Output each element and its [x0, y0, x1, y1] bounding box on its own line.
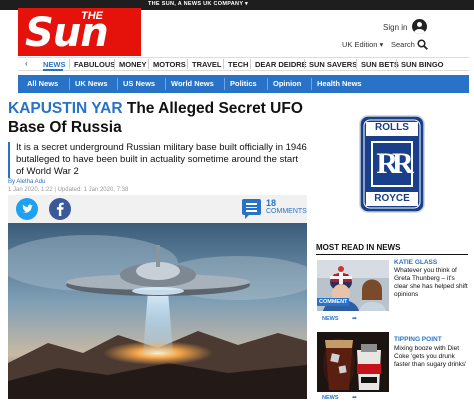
ad-brand-top: ROLLS: [375, 122, 409, 133]
search-link[interactable]: Search: [391, 40, 415, 49]
comments-label[interactable]: COMMENTS: [266, 208, 307, 215]
article-standfirst: It is a secret underground Russian milit…: [8, 142, 308, 178]
article-hero-image[interactable]: [8, 223, 307, 399]
subnav-separator: [117, 78, 118, 90]
account-icon[interactable]: [412, 19, 427, 34]
most-read-item-1-kicker[interactable]: KATIE GLASS: [394, 259, 437, 266]
nav-separator: [187, 59, 188, 69]
nav-item-travel[interactable]: TRAVEL: [192, 60, 221, 69]
share-bar: 18 COMMENTS: [8, 195, 307, 223]
nav-separator: [114, 59, 115, 69]
active-nav-underline: [43, 69, 63, 71]
article-timestamp: 1 Jan 2020, 1:22 | Updated: 1 Jan 2020, …: [8, 187, 129, 193]
subnav-separator: [69, 78, 70, 90]
facebook-f-icon: [56, 202, 64, 216]
nav-separator: [223, 59, 224, 69]
nav-back-arrow-icon[interactable]: ‹: [25, 59, 28, 68]
search-icon[interactable]: [417, 39, 428, 50]
sign-in-link[interactable]: Sign in: [383, 23, 407, 32]
subnav-item-opinion[interactable]: Opinion: [273, 79, 301, 88]
most-read-item-2-thumbnail[interactable]: [317, 332, 389, 392]
nav-separator: [69, 59, 70, 69]
nav-item-sun-bingo[interactable]: SUN BINGO: [401, 60, 444, 69]
nav-item-news[interactable]: NEWS: [43, 60, 66, 69]
nav-separator: [356, 59, 357, 69]
ad-monogram: RR: [376, 147, 413, 180]
most-read-item-2-section-link[interactable]: NEWS: [322, 395, 339, 401]
subnav-item-us-news[interactable]: US News: [123, 79, 155, 88]
share-arrow-icon[interactable]: ➦: [352, 394, 357, 401]
nav-item-sun-bets[interactable]: SUN BETS: [361, 60, 399, 69]
subnav-separator: [311, 78, 312, 90]
comments-count[interactable]: 18: [266, 198, 276, 208]
edition-selector[interactable]: UK Edition ▾: [342, 40, 383, 49]
the-sun-logo[interactable]: THE Sun: [18, 8, 141, 56]
most-read-item-2-teaser[interactable]: Mixing booze with Diet Coke 'gets you dr…: [394, 345, 468, 369]
nav-item-dear-deidre[interactable]: DEAR DEIDRE: [255, 60, 307, 69]
nav-item-motors[interactable]: MOTORS: [153, 60, 186, 69]
subnav-item-health-news[interactable]: Health News: [317, 79, 362, 88]
nav-item-fabulous[interactable]: FABULOUS: [74, 60, 115, 69]
primary-nav: ‹ NEWS FABULOUS MONEY MOTORS TRAVEL TECH DEAR …: [18, 57, 469, 71]
rolls-royce-ad[interactable]: ROLLS RR ROYCE: [359, 115, 425, 213]
facebook-share-button[interactable]: [49, 198, 71, 220]
nav-separator: [148, 59, 149, 69]
subnav-item-all-news[interactable]: All News: [27, 79, 58, 88]
subnav-separator: [267, 78, 268, 90]
logo-sun-text: Sun: [25, 10, 109, 56]
headline-kicker: KAPUSTIN YAR: [8, 100, 123, 117]
most-read-divider: [316, 254, 468, 255]
article-byline[interactable]: By Aletha Adu: [8, 179, 45, 185]
subnav-item-world-news[interactable]: World News: [171, 79, 214, 88]
nav-separator: [304, 59, 305, 69]
twitter-share-button[interactable]: [16, 198, 38, 220]
subnav-item-politics[interactable]: Politics: [230, 79, 257, 88]
share-arrow-icon[interactable]: ➦: [352, 315, 357, 322]
most-read-item-2-kicker[interactable]: TIPPING POINT: [394, 336, 442, 343]
nav-separator: [250, 59, 251, 69]
ad-brand-bottom: ROYCE: [374, 193, 410, 204]
subnav-separator: [165, 78, 166, 90]
comments-icon[interactable]: [242, 199, 261, 219]
secondary-nav: All News UK News US News World News Politics…: [18, 75, 469, 93]
nav-item-sun-savers[interactable]: SUN SAVERS: [309, 60, 357, 69]
most-read-item-1-section-link[interactable]: NEWS: [322, 316, 339, 322]
subnav-separator: [224, 78, 225, 90]
article-headline: KAPUSTIN YAR The Alleged Secret UFO Base…: [8, 99, 308, 137]
subnav-item-uk-news[interactable]: UK News: [75, 79, 108, 88]
network-tagline[interactable]: THE SUN, A NEWS UK COMPANY ▾: [148, 1, 248, 7]
nav-separator: [396, 59, 397, 69]
comment-badge: COMMENT: [317, 298, 350, 306]
nav-item-tech[interactable]: TECH: [228, 60, 248, 69]
nav-item-money[interactable]: MONEY: [119, 60, 147, 69]
most-read-title: MOST READ IN NEWS: [316, 243, 401, 252]
twitter-bird-icon: [22, 204, 33, 213]
most-read-item-1-teaser[interactable]: Whatever you think of Greta Thunberg – i…: [394, 267, 468, 299]
